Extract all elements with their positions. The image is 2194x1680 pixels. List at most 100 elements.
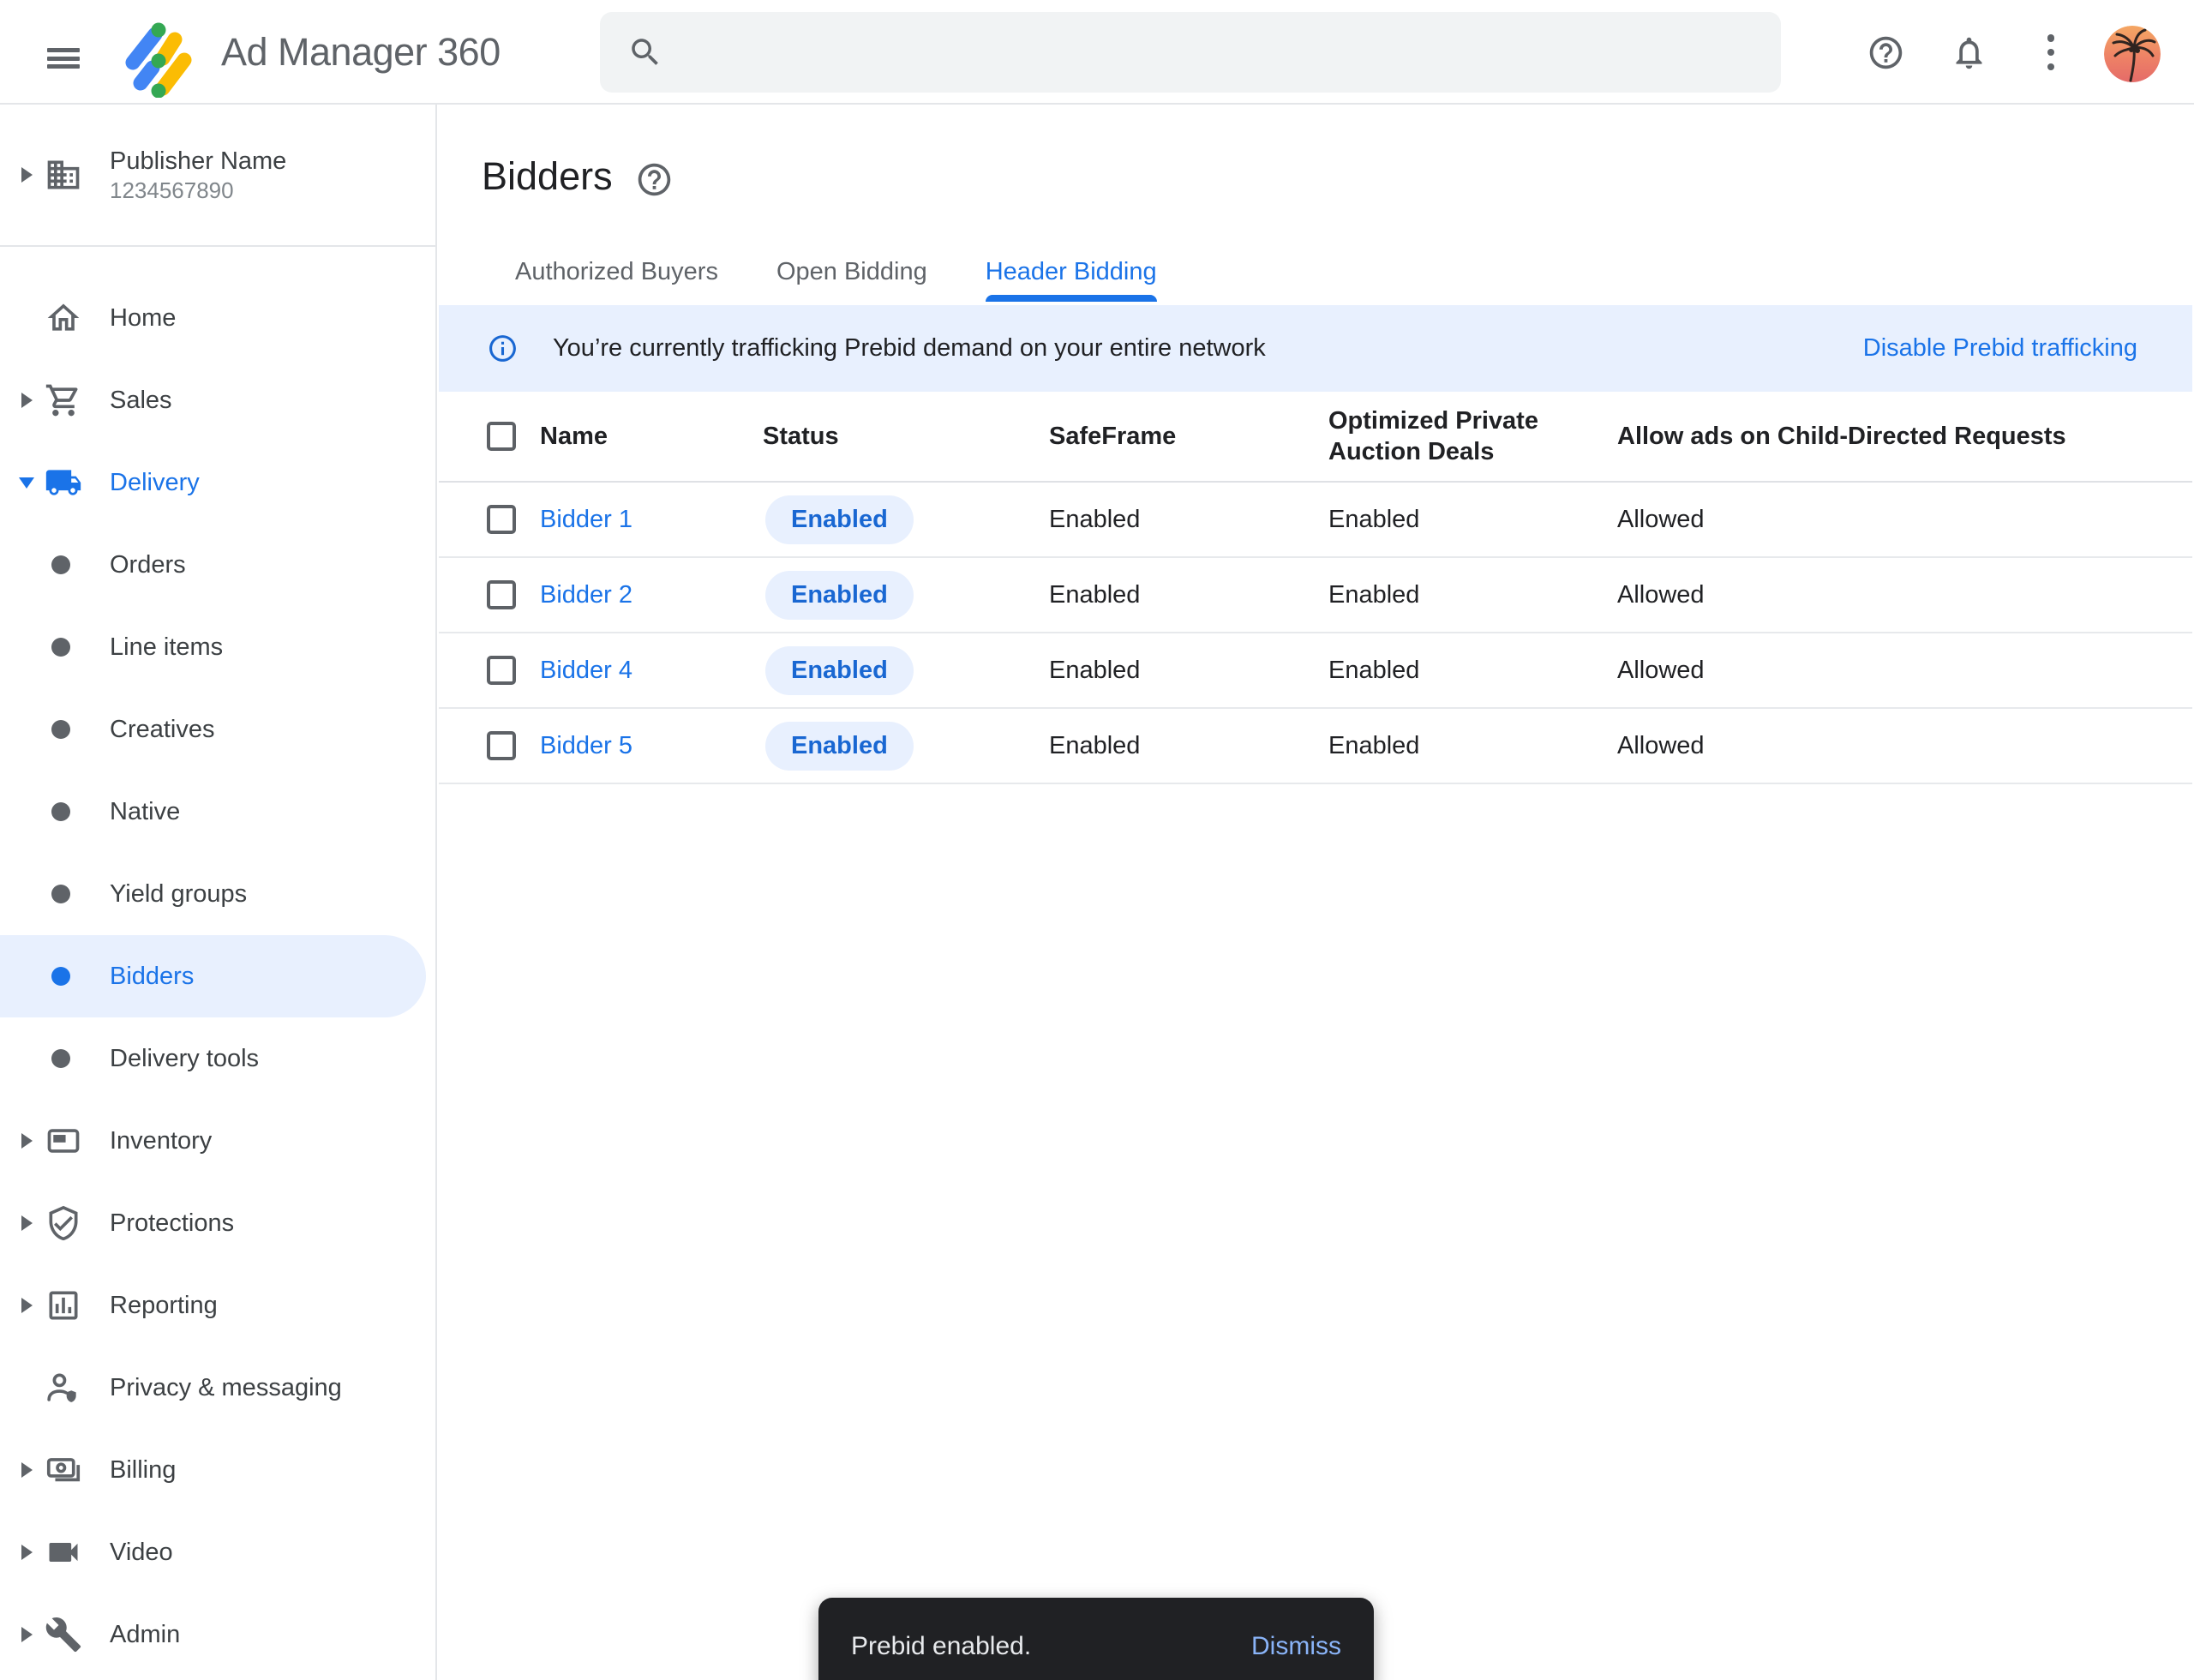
more-vert-icon bbox=[2047, 34, 2054, 70]
truck-icon bbox=[45, 464, 82, 501]
row-checkbox[interactable] bbox=[487, 580, 516, 609]
search-input[interactable] bbox=[684, 27, 1781, 78]
sidebar-item-video[interactable]: Video bbox=[0, 1511, 437, 1593]
private-auction-value: Enabled bbox=[1328, 506, 1617, 534]
safeframe-value: Enabled bbox=[1049, 506, 1328, 534]
expand-icon[interactable] bbox=[21, 1462, 33, 1478]
safeframe-value: Enabled bbox=[1049, 732, 1328, 760]
column-header-child-directed: Allow ads on Child-Directed Requests bbox=[1617, 421, 2192, 452]
tab-open-bidding[interactable]: Open Bidding bbox=[776, 247, 927, 302]
ad-manager-logo-icon bbox=[124, 22, 193, 98]
status-badge: Enabled bbox=[765, 722, 914, 771]
select-all-checkbox[interactable] bbox=[487, 422, 516, 451]
sidebar-item-label: Line items bbox=[110, 633, 223, 662]
publisher-id: 1234567890 bbox=[110, 177, 286, 204]
sidebar-item-label: Creatives bbox=[110, 716, 215, 744]
expand-icon bbox=[21, 167, 33, 183]
prebid-banner: You’re currently trafficking Prebid dema… bbox=[439, 305, 2192, 392]
more-options-button[interactable] bbox=[2017, 0, 2085, 105]
bullet-icon bbox=[51, 555, 70, 574]
sidebar-item-label: Inventory bbox=[110, 1127, 212, 1155]
sidebar-item-label: Protections bbox=[110, 1209, 234, 1238]
private-auction-value: Enabled bbox=[1328, 732, 1617, 760]
child-directed-value: Allowed bbox=[1617, 506, 2192, 534]
menu-icon[interactable] bbox=[47, 48, 80, 69]
sidebar-item-label: Video bbox=[110, 1539, 173, 1567]
row-checkbox[interactable] bbox=[487, 505, 516, 534]
search-bar[interactable] bbox=[600, 12, 1781, 93]
sidebar-item-reporting[interactable]: Reporting bbox=[0, 1264, 437, 1347]
sidebar-item-line-items[interactable]: Line items bbox=[0, 606, 437, 688]
sidebar-item-admin[interactable]: Admin bbox=[0, 1593, 437, 1676]
search-icon bbox=[627, 34, 663, 70]
expand-icon[interactable] bbox=[21, 1215, 33, 1231]
dismiss-button[interactable]: Dismiss bbox=[1251, 1632, 1341, 1661]
bullet-icon bbox=[51, 885, 70, 903]
sidebar-item-privacy-and-messaging[interactable]: Privacy & messaging bbox=[0, 1347, 437, 1429]
expand-icon[interactable] bbox=[21, 1545, 33, 1560]
column-header-status: Status bbox=[763, 421, 1049, 452]
tab-header-bidding[interactable]: Header Bidding bbox=[986, 247, 1157, 302]
sidebar-item-home[interactable]: Home bbox=[0, 277, 437, 359]
sidebar-item-label: Home bbox=[110, 304, 176, 333]
sidebar-item-sales[interactable]: Sales bbox=[0, 359, 437, 441]
table-body: Bidder 1EnabledEnabledEnabledAllowedBidd… bbox=[439, 483, 2192, 784]
row-checkbox[interactable] bbox=[487, 731, 516, 760]
expand-icon[interactable] bbox=[21, 393, 33, 408]
bullet-icon bbox=[51, 638, 70, 657]
safeframe-value: Enabled bbox=[1049, 581, 1328, 609]
expand-icon[interactable] bbox=[21, 477, 33, 489]
bidder-link[interactable]: Bidder 2 bbox=[540, 581, 632, 609]
child-directed-value: Allowed bbox=[1617, 581, 2192, 609]
sidebar-item-billing[interactable]: Billing bbox=[0, 1429, 437, 1511]
status-badge: Enabled bbox=[765, 646, 914, 695]
status-badge: Enabled bbox=[765, 495, 914, 544]
column-header-safeframe: SafeFrame bbox=[1049, 421, 1328, 452]
sidebar-item-label: Bidders bbox=[110, 963, 194, 991]
table-row-bidder-2: Bidder 2EnabledEnabledEnabledAllowed bbox=[439, 558, 2192, 633]
sidebar-item-orders[interactable]: Orders bbox=[0, 524, 437, 606]
notifications-button[interactable] bbox=[1934, 0, 2003, 105]
home-icon bbox=[45, 299, 82, 337]
sidebar-item-delivery[interactable]: Delivery bbox=[0, 441, 437, 524]
private-auction-value: Enabled bbox=[1328, 657, 1617, 685]
sidebar-item-label: Sales bbox=[110, 387, 172, 415]
sidebar-item-label: Delivery tools bbox=[110, 1045, 259, 1073]
admin-icon bbox=[45, 1616, 82, 1653]
private-auction-value: Enabled bbox=[1328, 581, 1617, 609]
info-icon bbox=[487, 333, 519, 364]
child-directed-value: Allowed bbox=[1617, 732, 2192, 760]
bidder-link[interactable]: Bidder 5 bbox=[540, 732, 632, 759]
publisher-name: Publisher Name bbox=[110, 146, 286, 177]
video-icon bbox=[45, 1533, 82, 1571]
disable-prebid-link[interactable]: Disable Prebid trafficking bbox=[1863, 334, 2137, 363]
sidebar-item-delivery-tools[interactable]: Delivery tools bbox=[0, 1017, 437, 1100]
table-row-bidder-5: Bidder 5EnabledEnabledEnabledAllowed bbox=[439, 709, 2192, 784]
row-checkbox[interactable] bbox=[487, 656, 516, 685]
sidebar-item-inventory[interactable]: Inventory bbox=[0, 1100, 437, 1182]
sidebar-item-native[interactable]: Native bbox=[0, 771, 437, 853]
tab-authorized-buyers[interactable]: Authorized Buyers bbox=[515, 247, 718, 302]
page-help-button[interactable] bbox=[635, 160, 674, 199]
column-header-name: Name bbox=[540, 421, 763, 452]
account-avatar[interactable] bbox=[2104, 26, 2161, 82]
expand-icon[interactable] bbox=[21, 1298, 33, 1313]
sidebar-item-yield-groups[interactable]: Yield groups bbox=[0, 853, 437, 935]
sidebar-item-creatives[interactable]: Creatives bbox=[0, 688, 437, 771]
help-icon bbox=[635, 160, 674, 199]
bidders-table: Name Status SafeFrame Optimized Private … bbox=[439, 392, 2192, 784]
help-button[interactable] bbox=[1851, 0, 1920, 105]
bidder-link[interactable]: Bidder 4 bbox=[540, 657, 632, 684]
banner-message: You’re currently trafficking Prebid dema… bbox=[553, 334, 1266, 363]
sidebar-item-bidders[interactable]: Bidders bbox=[0, 935, 426, 1017]
inventory-icon bbox=[45, 1122, 82, 1160]
bullet-icon bbox=[51, 1049, 70, 1068]
publisher-selector[interactable]: Publisher Name 1234567890 bbox=[0, 105, 437, 247]
sidebar-item-protections[interactable]: Protections bbox=[0, 1182, 437, 1264]
bidder-link[interactable]: Bidder 1 bbox=[540, 506, 632, 533]
safeframe-value: Enabled bbox=[1049, 657, 1328, 685]
expand-icon[interactable] bbox=[21, 1133, 33, 1149]
app-title: Ad Manager 360 bbox=[221, 0, 501, 105]
bullet-icon bbox=[51, 720, 70, 739]
expand-icon[interactable] bbox=[21, 1627, 33, 1642]
